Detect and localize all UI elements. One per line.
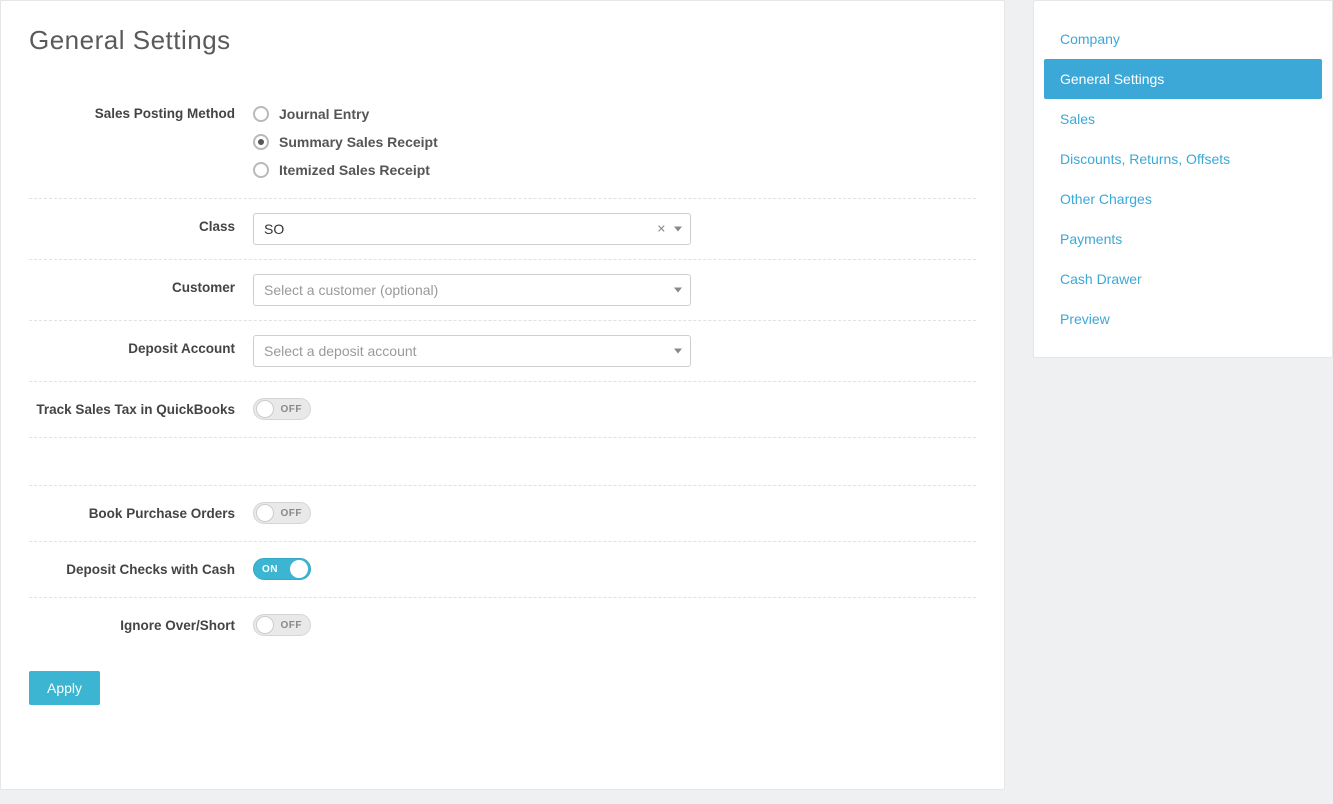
radio-label: Journal Entry bbox=[279, 106, 369, 122]
radio-icon bbox=[253, 106, 269, 122]
label-deposit-checks: Deposit Checks with Cash bbox=[29, 556, 253, 577]
nav-other-charges[interactable]: Other Charges bbox=[1044, 179, 1322, 219]
toggle-text: OFF bbox=[281, 620, 303, 631]
toggle-knob bbox=[256, 616, 274, 634]
settings-nav: Company General Settings Sales Discounts… bbox=[1033, 0, 1333, 358]
toggle-ignore-over-short[interactable]: OFF bbox=[253, 614, 311, 636]
apply-button[interactable]: Apply bbox=[29, 671, 100, 705]
toggle-knob bbox=[290, 560, 308, 578]
chevron-down-icon bbox=[674, 349, 682, 354]
label-deposit-account: Deposit Account bbox=[29, 335, 253, 356]
label-sales-posting-method: Sales Posting Method bbox=[29, 100, 253, 121]
nav-cash-drawer[interactable]: Cash Drawer bbox=[1044, 259, 1322, 299]
radio-itemized-sales-receipt[interactable]: Itemized Sales Receipt bbox=[253, 156, 705, 184]
radio-journal-entry[interactable]: Journal Entry bbox=[253, 100, 705, 128]
chevron-down-icon bbox=[674, 227, 682, 232]
nav-payments[interactable]: Payments bbox=[1044, 219, 1322, 259]
class-select-value: SO bbox=[264, 221, 284, 237]
nav-discounts-returns-offsets[interactable]: Discounts, Returns, Offsets bbox=[1044, 139, 1322, 179]
field-customer: Customer Select a customer (optional) bbox=[29, 260, 976, 321]
nav-company[interactable]: Company bbox=[1044, 19, 1322, 59]
toggle-track-sales-tax[interactable]: OFF bbox=[253, 398, 311, 420]
customer-select[interactable]: Select a customer (optional) bbox=[253, 274, 691, 306]
nav-sales[interactable]: Sales bbox=[1044, 99, 1322, 139]
nav-general-settings[interactable]: General Settings bbox=[1044, 59, 1322, 99]
class-select[interactable]: SO ✕ bbox=[253, 213, 691, 245]
customer-select-placeholder: Select a customer (optional) bbox=[264, 282, 438, 298]
label-class: Class bbox=[29, 213, 253, 234]
deposit-account-select[interactable]: Select a deposit account bbox=[253, 335, 691, 367]
label-book-purchase-orders: Book Purchase Orders bbox=[29, 500, 253, 521]
label-customer: Customer bbox=[29, 274, 253, 295]
field-ignore-over-short: Ignore Over/Short OFF bbox=[29, 598, 976, 653]
toggle-text: OFF bbox=[281, 404, 303, 415]
chevron-down-icon bbox=[674, 288, 682, 293]
radio-icon bbox=[253, 134, 269, 150]
field-deposit-account: Deposit Account Select a deposit account bbox=[29, 321, 976, 382]
field-deposit-checks: Deposit Checks with Cash ON bbox=[29, 542, 976, 598]
radio-icon bbox=[253, 162, 269, 178]
page-title: General Settings bbox=[29, 25, 976, 56]
section-spacer bbox=[29, 438, 976, 486]
field-track-sales-tax: Track Sales Tax in QuickBooks OFF bbox=[29, 382, 976, 438]
toggle-knob bbox=[256, 400, 274, 418]
field-book-purchase-orders: Book Purchase Orders OFF bbox=[29, 486, 976, 542]
toggle-deposit-checks[interactable]: ON bbox=[253, 558, 311, 580]
field-sales-posting-method: Sales Posting Method Journal Entry Summa… bbox=[29, 86, 976, 199]
label-ignore-over-short: Ignore Over/Short bbox=[29, 612, 253, 633]
field-class: Class SO ✕ bbox=[29, 199, 976, 260]
toggle-text: ON bbox=[262, 564, 278, 575]
clear-icon[interactable]: ✕ bbox=[657, 223, 666, 236]
toggle-book-purchase-orders[interactable]: OFF bbox=[253, 502, 311, 524]
radio-label: Itemized Sales Receipt bbox=[279, 162, 430, 178]
nav-preview[interactable]: Preview bbox=[1044, 299, 1322, 339]
radio-summary-sales-receipt[interactable]: Summary Sales Receipt bbox=[253, 128, 705, 156]
radio-label: Summary Sales Receipt bbox=[279, 134, 438, 150]
general-settings-panel: General Settings Sales Posting Method Jo… bbox=[0, 0, 1005, 790]
toggle-knob bbox=[256, 504, 274, 522]
radio-group-sales-posting: Journal Entry Summary Sales Receipt Item… bbox=[253, 100, 705, 184]
label-track-sales-tax: Track Sales Tax in QuickBooks bbox=[29, 396, 253, 417]
toggle-text: OFF bbox=[281, 508, 303, 519]
deposit-account-select-placeholder: Select a deposit account bbox=[264, 343, 417, 359]
